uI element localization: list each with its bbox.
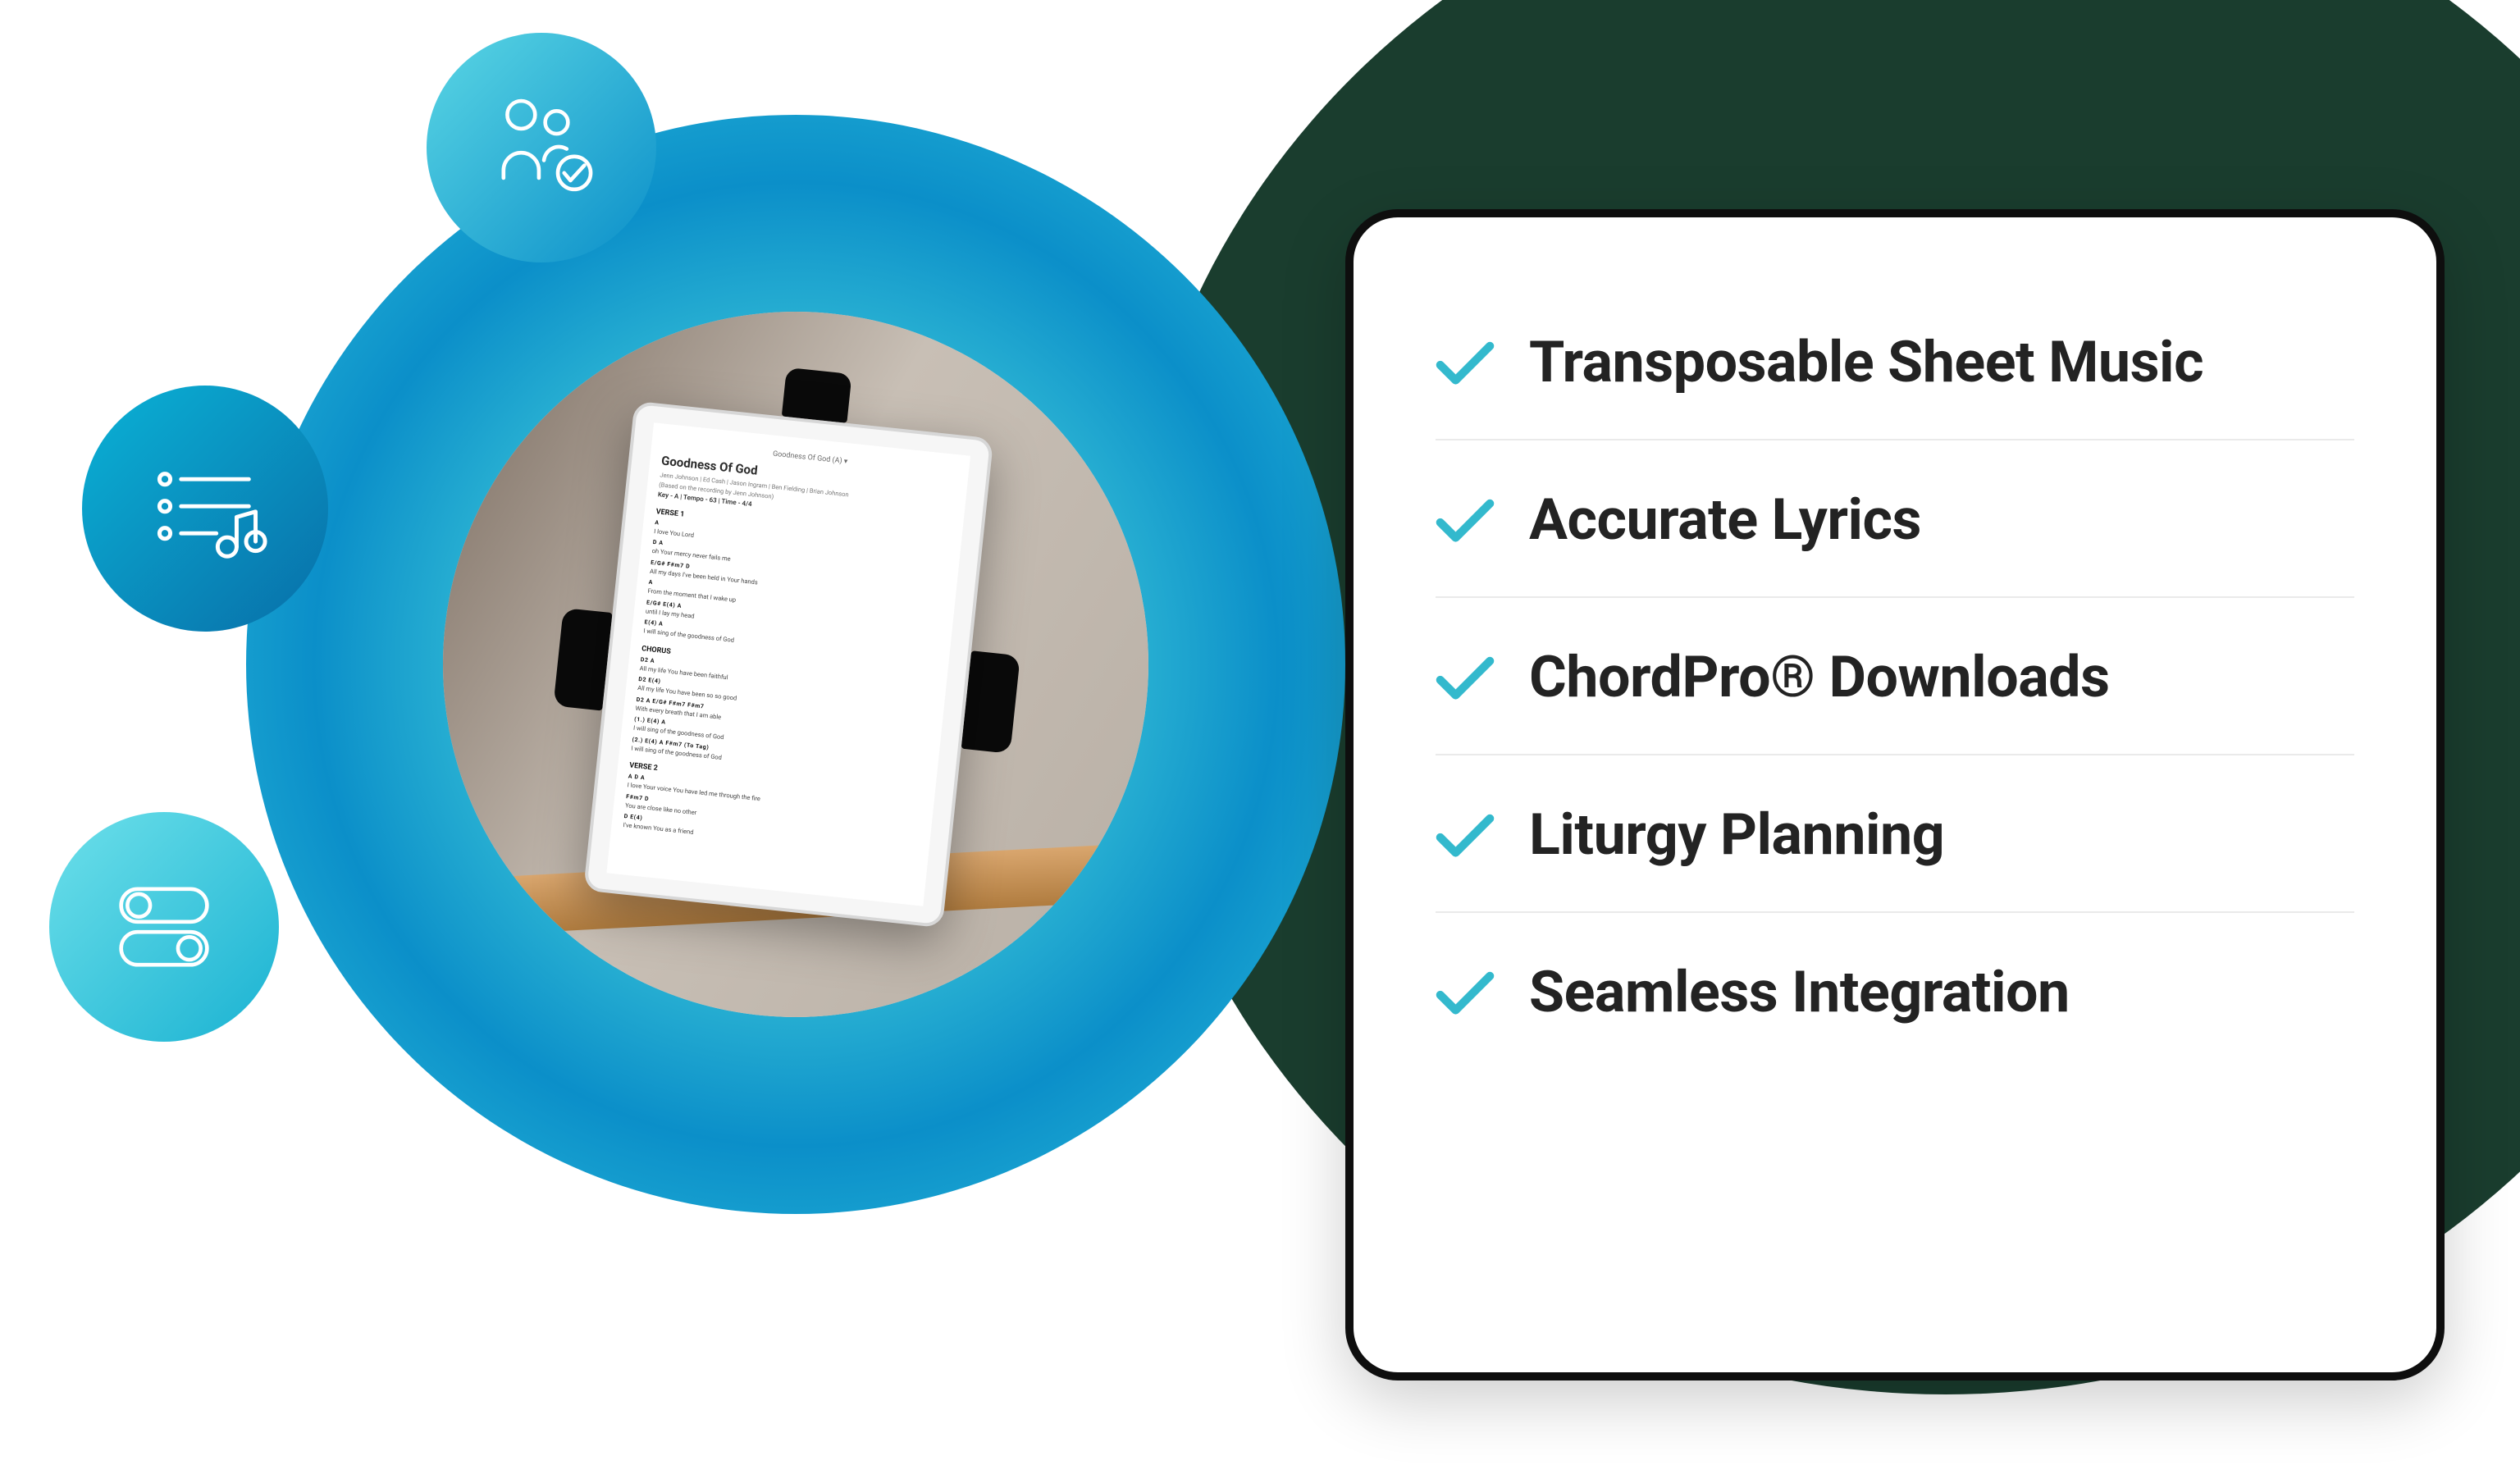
toggles-icon	[101, 864, 227, 990]
hero-graphic: Goodness Of God (A) ▾ Goodness Of God Je…	[0, 0, 2520, 1474]
tablet-clip-top	[782, 367, 852, 423]
feature-label: Liturgy Planning	[1529, 801, 1944, 869]
check-icon	[1436, 968, 1495, 1017]
tablet-mount: Goodness Of God (A) ▾ Goodness Of God Je…	[583, 401, 993, 929]
feature-item: Liturgy Planning	[1436, 755, 2354, 913]
feature-item: Seamless Integration	[1436, 913, 2354, 1069]
check-icon	[1436, 495, 1495, 545]
playlist-music-icon	[138, 441, 273, 577]
orbit-icon-toggles	[49, 812, 279, 1042]
feature-label: Transposable Sheet Music	[1529, 329, 2203, 396]
feature-item: Accurate Lyrics	[1436, 440, 2354, 598]
tablet-clip-right	[961, 650, 1020, 754]
main-ring: Goodness Of God (A) ▾ Goodness Of God Je…	[246, 115, 1345, 1214]
check-icon	[1436, 338, 1495, 387]
feature-label: Accurate Lyrics	[1529, 486, 1921, 554]
tablet-photo: Goodness Of God (A) ▾ Goodness Of God Je…	[443, 312, 1148, 1017]
orbit-icon-people	[427, 33, 656, 262]
orbit-icon-playlist	[82, 386, 328, 632]
feature-label: ChordPro® Downloads	[1529, 644, 2110, 711]
people-check-icon	[478, 84, 605, 211]
feature-label: Seamless Integration	[1529, 959, 2070, 1026]
check-icon	[1436, 810, 1495, 860]
tablet-screen: Goodness Of God (A) ▾ Goodness Of God Je…	[606, 422, 970, 906]
feature-item: Transposable Sheet Music	[1436, 283, 2354, 440]
features-card: Transposable Sheet Music Accurate Lyrics…	[1345, 209, 2445, 1380]
check-icon	[1436, 653, 1495, 702]
tablet-device: Goodness Of God (A) ▾ Goodness Of God Je…	[583, 401, 993, 929]
feature-item: ChordPro® Downloads	[1436, 598, 2354, 755]
